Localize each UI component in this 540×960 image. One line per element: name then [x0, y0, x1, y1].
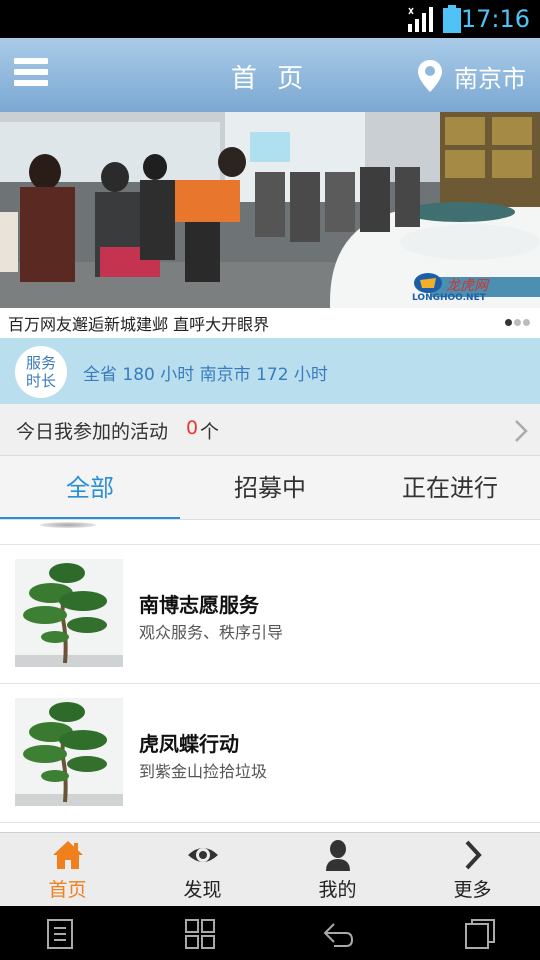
nav-more[interactable]: 更多 [405, 833, 540, 906]
status-bar: 17:16 [0, 0, 540, 38]
banner-caption-bar: 百万网友邂逅新城建邺 直呼大开眼界 [0, 308, 540, 338]
home-grid-icon[interactable] [184, 918, 216, 950]
banner-pager [505, 319, 530, 326]
tab-in-progress[interactable]: 正在进行 [360, 456, 540, 519]
activity-thumbnail [15, 698, 123, 806]
location-pin-icon [418, 60, 442, 92]
back-icon[interactable] [322, 918, 354, 950]
chevron-right-icon [465, 840, 482, 870]
tab-recruiting[interactable]: 招募中 [180, 456, 360, 519]
activity-thumbnail [15, 559, 123, 667]
banner-caption: 百万网友邂逅新城建邺 直呼大开眼界 [8, 315, 270, 334]
nav-home[interactable]: 首页 [0, 833, 135, 906]
pager-dot [514, 319, 521, 326]
activity-title: 南博志愿服务 [139, 593, 259, 617]
battery-icon [443, 5, 461, 33]
tab-all[interactable]: 全部 [0, 456, 180, 519]
service-duration-bar: 服务 时长 全省 180 小时 南京市 172 小时 [0, 338, 540, 404]
home-icon [52, 841, 83, 869]
nav-discover-label: 发现 [183, 879, 222, 901]
activity-description: 到紫金山捡拾垃圾 [139, 762, 268, 781]
service-duration-badge: 服务 时长 [15, 346, 67, 398]
activity-description: 观众服务、秩序引导 [139, 623, 284, 642]
badge-line-2: 时长 [25, 372, 56, 390]
signal-icon [408, 7, 433, 32]
today-activities-row[interactable]: 今日我参加的活动 0 个 [0, 404, 540, 456]
today-activities-count: 0 [186, 417, 199, 439]
service-duration-text: 全省 180 小时 南京市 172 小时 [83, 365, 328, 385]
activity-list: 南博志愿服务 观众服务、秩序引导 虎凤蝶行动 到紫金山捡拾垃圾 [0, 545, 540, 823]
app-header: 首 页 南京市 [0, 38, 540, 112]
today-activities-label: 今日我参加的活动 [16, 421, 169, 443]
banner-photo: 龙虎网 LONGHOO.NET [0, 112, 540, 308]
list-item[interactable]: 南博志愿服务 观众服务、秩序引导 [0, 545, 540, 684]
clock: 17:16 [460, 5, 530, 33]
nav-home-label: 首页 [48, 879, 87, 901]
badge-line-1: 服务 [25, 354, 56, 372]
today-activities-unit: 个 [200, 421, 220, 443]
nav-mine-label: 我的 [318, 879, 357, 901]
svg-text:龙虎网: 龙虎网 [446, 278, 490, 294]
banner-watermark: LONGHOO.NET [412, 293, 487, 303]
nav-discover[interactable]: 发现 [135, 833, 270, 906]
pager-dot-active [505, 319, 512, 326]
eye-icon [187, 848, 218, 862]
city-label: 南京市 [454, 64, 526, 93]
bottom-nav: 首页 发现 我的 更多 [0, 832, 540, 906]
nav-mine[interactable]: 我的 [270, 833, 405, 906]
chevron-right-icon [515, 420, 528, 442]
recent-apps-icon[interactable] [464, 918, 496, 950]
nav-more-label: 更多 [453, 879, 492, 901]
activity-tabs: 全部 招募中 正在进行 [0, 456, 540, 520]
banner-image[interactable]: 龙虎网 LONGHOO.NET [0, 112, 540, 308]
location-selector[interactable]: 南京市 [418, 56, 526, 96]
system-nav-bar [0, 906, 540, 960]
recent-menu-icon[interactable] [44, 918, 76, 950]
tab-shadow [40, 522, 96, 528]
activity-title: 虎凤蝶行动 [139, 732, 239, 756]
pager-dot [523, 319, 530, 326]
person-icon [325, 840, 350, 871]
list-item[interactable]: 虎凤蝶行动 到紫金山捡拾垃圾 [0, 684, 540, 823]
